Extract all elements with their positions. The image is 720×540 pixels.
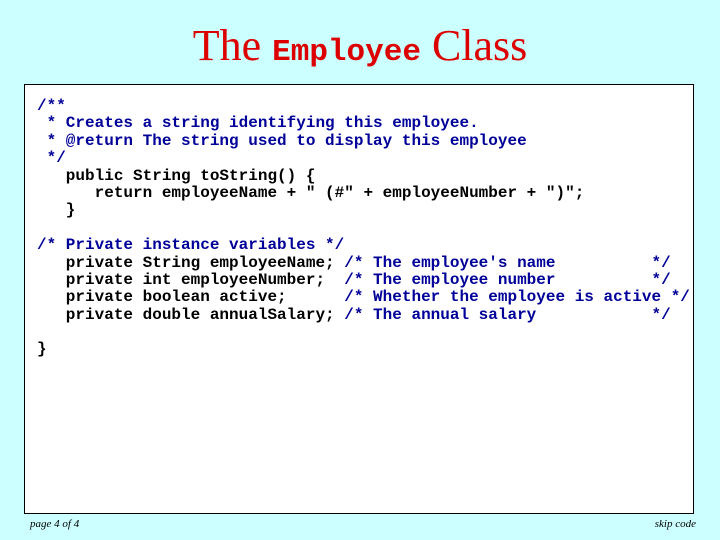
- code-comment: /* The annual salary */: [344, 305, 671, 324]
- code-text: private int employeeNumber;: [37, 270, 345, 289]
- code-comment: /* Whether the employee is active */: [344, 288, 690, 307]
- code-line: public String toString() {: [37, 166, 690, 185]
- code-text: }: [37, 340, 47, 359]
- skip-code-link[interactable]: skip code: [655, 518, 696, 530]
- code-line: return employeeName + " (#" + employeeNu…: [37, 183, 690, 202]
- code-line: private double annualSalary; /* The annu…: [37, 305, 690, 324]
- code-line: /**: [37, 97, 690, 115]
- code-line: private String employeeName; /* The empl…: [37, 253, 690, 272]
- code-text: }: [37, 201, 76, 220]
- code-comment: /**: [37, 97, 66, 115]
- code-line: /* Private instance variables */: [37, 236, 690, 255]
- code-line: private int employeeNumber; /* The emplo…: [37, 270, 690, 289]
- code-box: /** * Creates a string identifying this …: [24, 84, 694, 514]
- code-listing: /** * Creates a string identifying this …: [37, 97, 690, 359]
- code-text: public String toString() {: [37, 166, 316, 185]
- code-comment: * @return The string used to display thi…: [37, 131, 527, 150]
- code-text: private double annualSalary;: [37, 305, 345, 324]
- slide-title: The Employee Class: [0, 16, 720, 83]
- code-text: private boolean active;: [37, 288, 345, 307]
- title-prefix: The: [192, 21, 273, 70]
- code-line: }: [37, 202, 690, 219]
- code-text: return employeeName + " (#" + employeeNu…: [37, 183, 585, 202]
- page-indicator: page 4 of 4: [30, 518, 80, 530]
- title-suffix: Class: [420, 21, 528, 70]
- code-text: private String employeeName;: [37, 253, 345, 272]
- code-comment: /* Private instance variables */: [37, 236, 345, 255]
- code-line: private boolean active; /* Whether the e…: [37, 289, 690, 306]
- title-class-name: Employee: [272, 35, 421, 70]
- code-line: */: [37, 149, 690, 168]
- code-comment: /* The employee's name */: [344, 253, 671, 272]
- code-line: * Creates a string identifying this empl…: [37, 115, 690, 132]
- code-comment: */: [37, 149, 66, 168]
- code-comment: /* The employee number */: [344, 270, 671, 289]
- code-line: * @return The string used to display thi…: [37, 131, 690, 150]
- code-line: }: [37, 341, 690, 358]
- code-comment: * Creates a string identifying this empl…: [37, 114, 479, 133]
